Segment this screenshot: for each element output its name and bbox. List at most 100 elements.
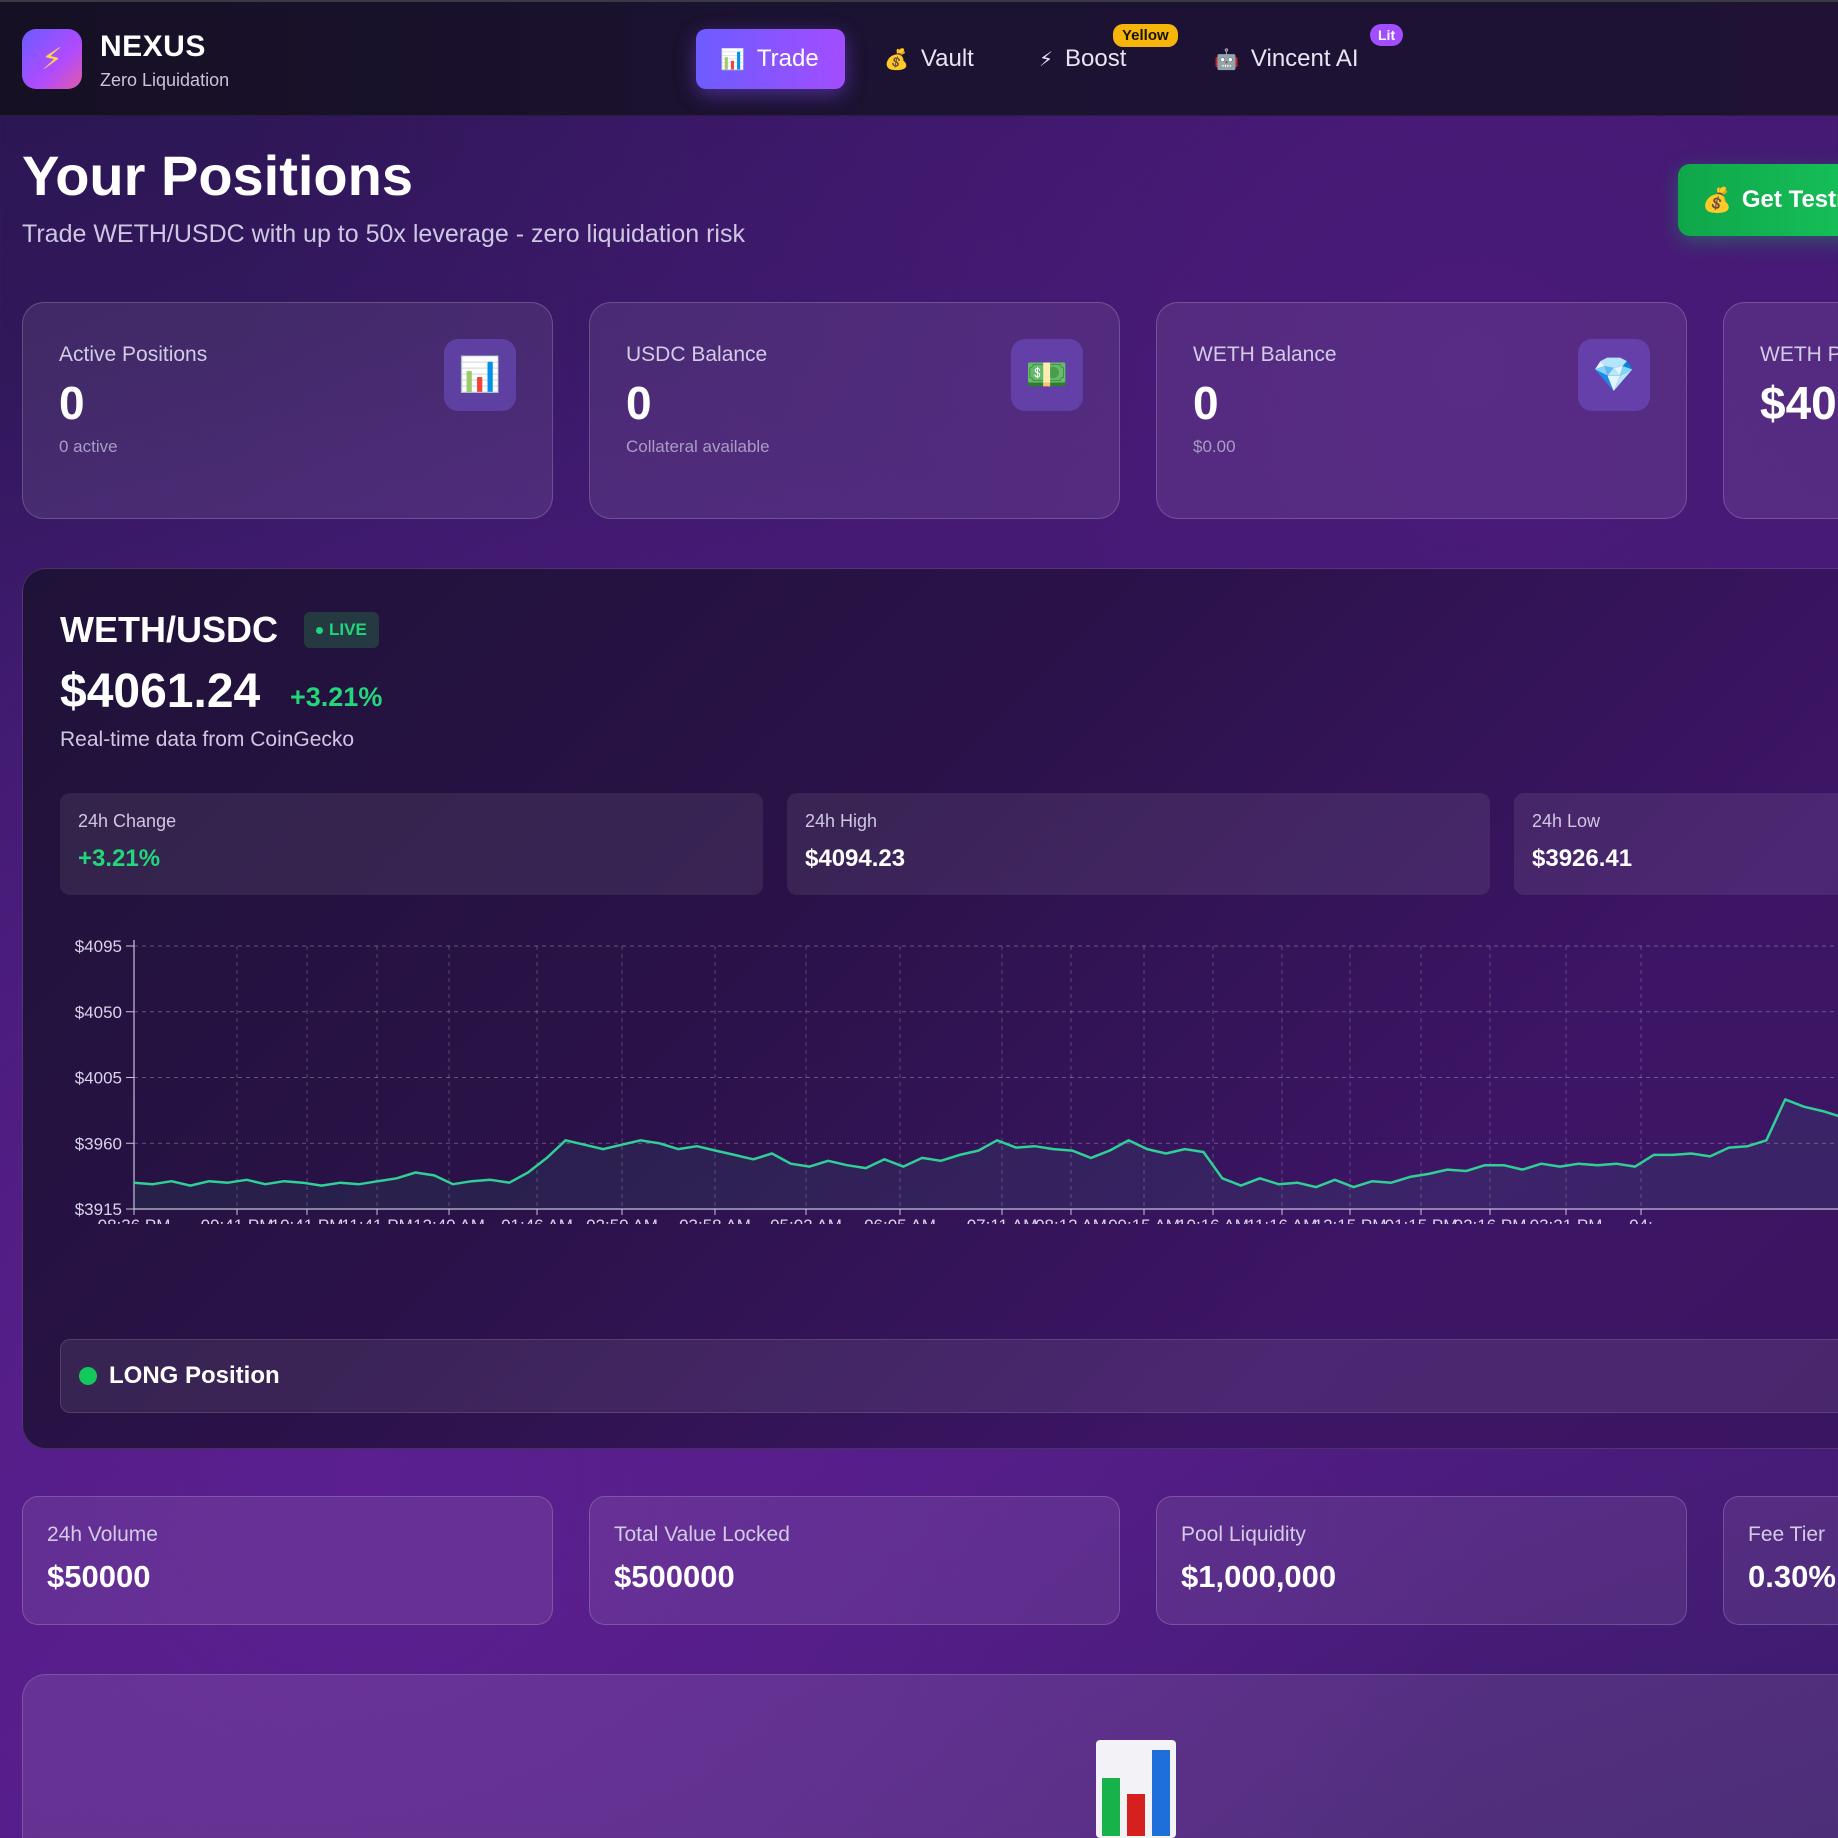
x-tick-label: 06:05 AM — [864, 1216, 936, 1224]
stat-label: Total Value Locked — [614, 1523, 790, 1546]
metric-card-24h-change: 24h Change +3.21% — [60, 793, 763, 895]
x-tick-label: 09:41 PM — [201, 1216, 274, 1224]
position-label: LONG Position — [109, 1362, 280, 1389]
stat-value: $1,000,000 — [1181, 1559, 1337, 1594]
positions-empty-state — [22, 1674, 1838, 1838]
nav-tab-label: Trade — [756, 45, 819, 72]
stat-label: Pool Liquidity — [1181, 1523, 1306, 1546]
metric-value: $3926.41 — [1532, 845, 1633, 872]
metric-value: +3.21% — [78, 845, 161, 872]
x-tick-label: 11:16 AM — [1247, 1216, 1318, 1224]
stat-subtext: Collateral available — [626, 437, 770, 456]
boost-badge: Yellow — [1113, 24, 1178, 47]
position-selector[interactable]: LONG Position — [60, 1339, 1838, 1413]
stat-label: 24h Volume — [47, 1523, 158, 1546]
live-label: LIVE — [329, 620, 367, 639]
stat-label: WETH Balance — [1193, 343, 1337, 366]
x-tick-label: 04: — [1629, 1216, 1653, 1224]
bar-chart-icon: 📊 — [444, 339, 516, 411]
page-subtitle: Trade WETH/USDC with up to 50x leverage … — [22, 220, 745, 248]
y-tick-label: $4095 — [75, 937, 122, 956]
x-tick-label: 03:58 AM — [679, 1216, 751, 1224]
x-tick-label: 10:16 AM — [1177, 1216, 1249, 1224]
stat-card-pool-liquidity: Pool Liquidity $1,000,000 — [1156, 1496, 1687, 1625]
stat-label: USDC Balance — [626, 343, 768, 366]
app-name: NEXUS — [100, 30, 206, 63]
bar-chart-icon — [1096, 1740, 1176, 1838]
lightning-icon: ⚡ — [1039, 48, 1054, 71]
stat-value: 0 — [59, 377, 85, 429]
bar-chart-icon: 📊 — [720, 48, 745, 71]
current-price: $4061.24 — [60, 665, 261, 718]
nav-tab-trade[interactable]: 📊 Trade — [696, 29, 845, 89]
x-tick-label: 08:36 PM — [98, 1216, 171, 1224]
x-tick-label: 07:11 AM — [967, 1216, 1038, 1224]
diamond-icon: 💎 — [1578, 339, 1650, 411]
top-navigation-bar: ⚡ NEXUS Zero Liquidation 📊 Trade 💰 Vault… — [0, 0, 1838, 116]
x-tick-label: 08:12 AM — [1035, 1216, 1107, 1224]
metric-card-24h-low: 24h Low $3926.41 — [1514, 793, 1838, 895]
app-tagline: Zero Liquidation — [100, 70, 230, 90]
stat-card-fee-tier: Fee Tier 0.30% — [1723, 1496, 1838, 1625]
stat-value: 0 — [626, 377, 652, 429]
price-change: +3.21% — [290, 682, 383, 712]
stat-value: $500000 — [614, 1559, 735, 1594]
nav-tab-label: Vault — [920, 45, 974, 72]
stat-label: WETH P — [1760, 343, 1838, 366]
price-chart-panel: WETH/USDC LIVE $4061.24 +3.21% Real-time… — [22, 568, 1838, 1449]
pair-title: WETH/USDC — [60, 609, 278, 650]
metric-label: 24h Low — [1532, 811, 1601, 831]
stat-value: $50000 — [47, 1559, 151, 1594]
x-tick-label: 02:50 AM — [586, 1216, 658, 1224]
x-tick-label: 09:15 AM — [1108, 1216, 1180, 1224]
stat-card-weth-balance: WETH Balance 0 $0.00 💎 — [1156, 302, 1687, 519]
app-logo[interactable]: ⚡ — [22, 29, 82, 89]
metric-value: $4094.23 — [805, 845, 906, 872]
y-tick-label: $3960 — [75, 1134, 122, 1153]
long-indicator-dot — [79, 1367, 97, 1385]
stat-value: $40 — [1760, 377, 1837, 429]
stat-value: 0.30% — [1748, 1559, 1836, 1594]
stat-subtext: $0.00 — [1193, 437, 1236, 456]
stat-label: Fee Tier — [1748, 1523, 1826, 1546]
x-tick-label: 01:15 PM — [1385, 1216, 1458, 1224]
get-testnet-tokens-button[interactable]: 💰 Get Testn — [1678, 164, 1838, 236]
stat-card-active-positions: Active Positions 0 0 active 📊 — [22, 302, 553, 519]
robot-icon: 🤖 — [1214, 48, 1239, 71]
stat-subtext: 0 active — [59, 437, 118, 456]
x-tick-label: 10:41 PM — [271, 1216, 344, 1224]
page-title: Your Positions — [22, 144, 413, 207]
vincent-ai-badge: Lit — [1370, 24, 1404, 46]
nav-tab-vincent-ai[interactable]: 🤖 Vincent AI — [1190, 29, 1383, 89]
stat-card-usdc-balance: USDC Balance 0 Collateral available 💵 — [589, 302, 1120, 519]
x-tick-label: 01:46 AM — [501, 1216, 573, 1224]
metric-label: 24h High — [805, 811, 878, 831]
banknote-icon: 💵 — [1011, 339, 1083, 411]
faucet-button-label: Get Testn — [1741, 186, 1838, 213]
x-tick-label: 12:15 PM — [1314, 1216, 1387, 1224]
data-source-note: Real-time data from CoinGecko — [60, 728, 355, 751]
brand: NEXUS Zero Liquidation — [100, 30, 229, 91]
lightning-icon: ⚡ — [41, 42, 63, 76]
price-line-chart[interactable]: $4095$4050$4005$3960$391508:36 PM09:41 P… — [23, 924, 1838, 1224]
live-badge: LIVE — [304, 612, 379, 648]
nav-tab-vault[interactable]: 💰 Vault — [860, 29, 998, 89]
stat-card-24h-volume: 24h Volume $50000 — [22, 1496, 553, 1625]
stat-card-total-value-locked: Total Value Locked $500000 — [589, 1496, 1120, 1625]
money-bag-icon: 💰 — [884, 48, 909, 71]
nav-tab-label: Boost — [1065, 45, 1127, 72]
x-tick-label: 05:02 AM — [770, 1216, 842, 1224]
series-area — [134, 1099, 1838, 1209]
x-tick-label: 11:41 PM — [341, 1216, 413, 1224]
metric-label: 24h Change — [78, 811, 177, 831]
stat-label: Active Positions — [59, 343, 208, 366]
y-tick-label: $4005 — [75, 1069, 122, 1088]
x-tick-label: 03:21 PM — [1530, 1216, 1603, 1224]
metric-card-24h-high: 24h High $4094.23 — [787, 793, 1490, 895]
money-bag-icon: 💰 — [1702, 186, 1732, 214]
live-dot-icon — [316, 626, 323, 634]
x-tick-label: 02:16 PM — [1454, 1216, 1527, 1224]
y-tick-label: $4050 — [75, 1003, 122, 1022]
x-tick-label: 12:40 AM — [413, 1216, 485, 1224]
stat-card-weth-price: WETH P $40 — [1723, 302, 1838, 519]
